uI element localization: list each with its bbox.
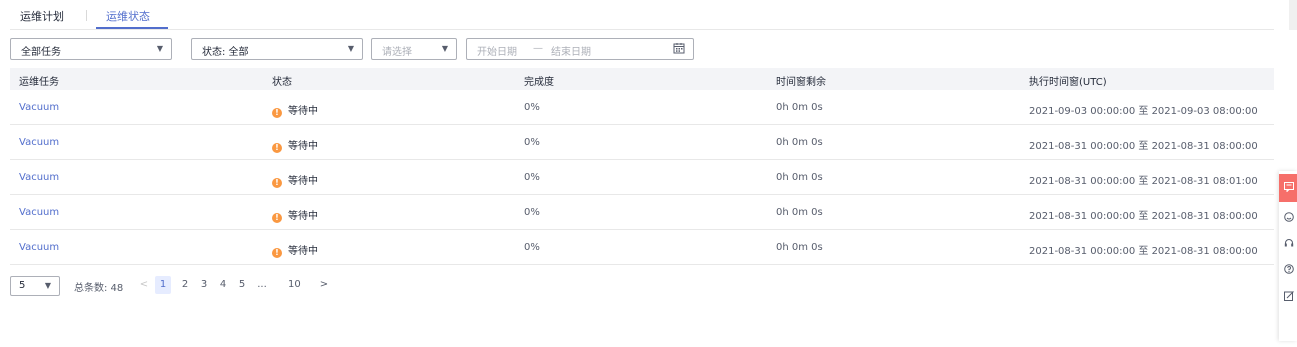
end-date-placeholder: 结束日期 [551, 47, 591, 58]
status-text: 等待中 [288, 211, 318, 222]
date-separator: — [533, 43, 543, 54]
warning-icon: ! [272, 108, 282, 118]
status-cell: ! 等待中 [272, 207, 318, 223]
progress-cell: 0% [524, 137, 540, 148]
caret-down-icon: ▼ [156, 44, 163, 53]
column-header-task: 运维任务 [19, 77, 59, 88]
task-link[interactable]: Vacuum [19, 102, 59, 113]
tab-maintenance-plan[interactable]: 运维计划 [20, 8, 64, 24]
remaining-cell: 0h 0m 0s [776, 207, 823, 218]
status-cell: ! 等待中 [272, 102, 318, 118]
status-select-value: 状态: 全部 [202, 47, 249, 58]
window-cell: 2021-08-31 00:00:00 至 2021-08-31 08:00:0… [1029, 141, 1258, 152]
status-cell: ! 等待中 [272, 137, 318, 153]
task-select-value: 全部任务 [21, 47, 61, 58]
page-button-10[interactable]: 10 [288, 276, 301, 294]
maintenance-status-table: 运维任务 状态 完成度 时间窗剩余 执行时间窗(UTC) Vacuum ! 等待中… [10, 68, 1274, 265]
status-text: 等待中 [288, 141, 318, 152]
window-cell: 2021-09-03 00:00:00 至 2021-09-03 08:00:0… [1029, 106, 1258, 117]
help-button[interactable] [1279, 256, 1297, 284]
date-range-picker[interactable]: 开始日期 — 结束日期 [466, 38, 694, 60]
smile-icon [1284, 212, 1294, 222]
headset-icon [1284, 239, 1294, 247]
window-cell: 2021-08-31 00:00:00 至 2021-08-31 08:01:0… [1029, 176, 1258, 187]
page-button-5[interactable]: 5 [236, 276, 248, 294]
column-header-window: 执行时间窗(UTC) [1029, 77, 1107, 88]
remaining-cell: 0h 0m 0s [776, 172, 823, 183]
remaining-cell: 0h 0m 0s [776, 102, 823, 113]
status-text: 等待中 [288, 106, 318, 117]
calendar-icon[interactable] [673, 42, 685, 54]
feedback-button[interactable] [1279, 174, 1297, 202]
start-date-placeholder: 开始日期 [477, 47, 517, 58]
progress-cell: 0% [524, 207, 540, 218]
caret-down-icon: ▼ [347, 44, 354, 53]
table-row: Vacuum ! 等待中 0% 0h 0m 0s 2021-08-31 00:00… [10, 160, 1274, 195]
warning-icon: ! [272, 213, 282, 223]
task-link[interactable]: Vacuum [19, 172, 59, 183]
page-size-select[interactable]: 5 ▼ [10, 276, 60, 296]
caret-down-icon: ▼ [441, 44, 448, 53]
warning-icon: ! [272, 178, 282, 188]
page-button-4[interactable]: 4 [217, 276, 229, 294]
window-cell: 2021-08-31 00:00:00 至 2021-08-31 08:00:0… [1029, 211, 1258, 222]
remaining-cell: 0h 0m 0s [776, 137, 823, 148]
status-cell: ! 等待中 [272, 242, 318, 258]
task-link[interactable]: Vacuum [19, 137, 59, 148]
status-select[interactable]: 状态: 全部 ▼ [191, 38, 363, 60]
window-cell: 2021-08-31 00:00:00 至 2021-08-31 08:00:0… [1029, 246, 1258, 257]
page-ellipsis[interactable]: ... [256, 276, 268, 294]
edit-icon [1284, 291, 1294, 301]
table-row: Vacuum ! 等待中 0% 0h 0m 0s 2021-08-31 00:00… [10, 230, 1274, 265]
column-header-progress: 完成度 [524, 77, 554, 88]
tab-maintenance-status[interactable]: 运维状态 [106, 8, 150, 24]
total-count: 总条数: 48 [74, 283, 124, 294]
progress-cell: 0% [524, 172, 540, 183]
option-select-placeholder: 请选择 [382, 47, 412, 58]
prev-page-button[interactable]: < [138, 276, 150, 294]
column-header-remaining: 时间窗剩余 [776, 77, 826, 88]
edit-button[interactable] [1279, 283, 1297, 311]
progress-cell: 0% [524, 242, 540, 253]
next-page-button[interactable]: > [318, 276, 330, 294]
support-button[interactable] [1279, 230, 1297, 258]
tab-bar: 运维计划 运维状态 [10, 0, 1274, 30]
satisfaction-button[interactable] [1279, 204, 1297, 232]
warning-icon: ! [272, 143, 282, 153]
task-link[interactable]: Vacuum [19, 207, 59, 218]
column-header-status: 状态 [272, 77, 292, 88]
table-row: Vacuum ! 等待中 0% 0h 0m 0s 2021-08-31 00:00… [10, 195, 1274, 230]
page-button-1[interactable]: 1 [155, 276, 171, 294]
page-size-value: 5 [19, 280, 26, 291]
warning-icon: ! [272, 248, 282, 258]
status-text: 等待中 [288, 246, 318, 257]
tab-divider [86, 10, 87, 21]
table-row: Vacuum ! 等待中 0% 0h 0m 0s 2021-08-31 00:00… [10, 125, 1274, 160]
status-cell: ! 等待中 [272, 172, 318, 188]
active-tab-indicator [96, 27, 168, 29]
status-text: 等待中 [288, 176, 318, 187]
option-select[interactable]: 请选择 ▼ [371, 38, 457, 60]
caret-down-icon: ▼ [44, 281, 51, 290]
scrollbar[interactable] [1289, 0, 1297, 30]
page-button-3[interactable]: 3 [198, 276, 210, 294]
floating-toolbar [1279, 171, 1297, 341]
table-header: 运维任务 状态 完成度 时间窗剩余 执行时间窗(UTC) [10, 68, 1274, 90]
remaining-cell: 0h 0m 0s [776, 242, 823, 253]
feedback-icon [1284, 182, 1294, 192]
help-icon [1284, 264, 1294, 274]
task-select[interactable]: 全部任务 ▼ [10, 38, 172, 60]
table-row: Vacuum ! 等待中 0% 0h 0m 0s 2021-09-03 00:00… [10, 90, 1274, 125]
progress-cell: 0% [524, 102, 540, 113]
task-link[interactable]: Vacuum [19, 242, 59, 253]
page-button-2[interactable]: 2 [179, 276, 191, 294]
